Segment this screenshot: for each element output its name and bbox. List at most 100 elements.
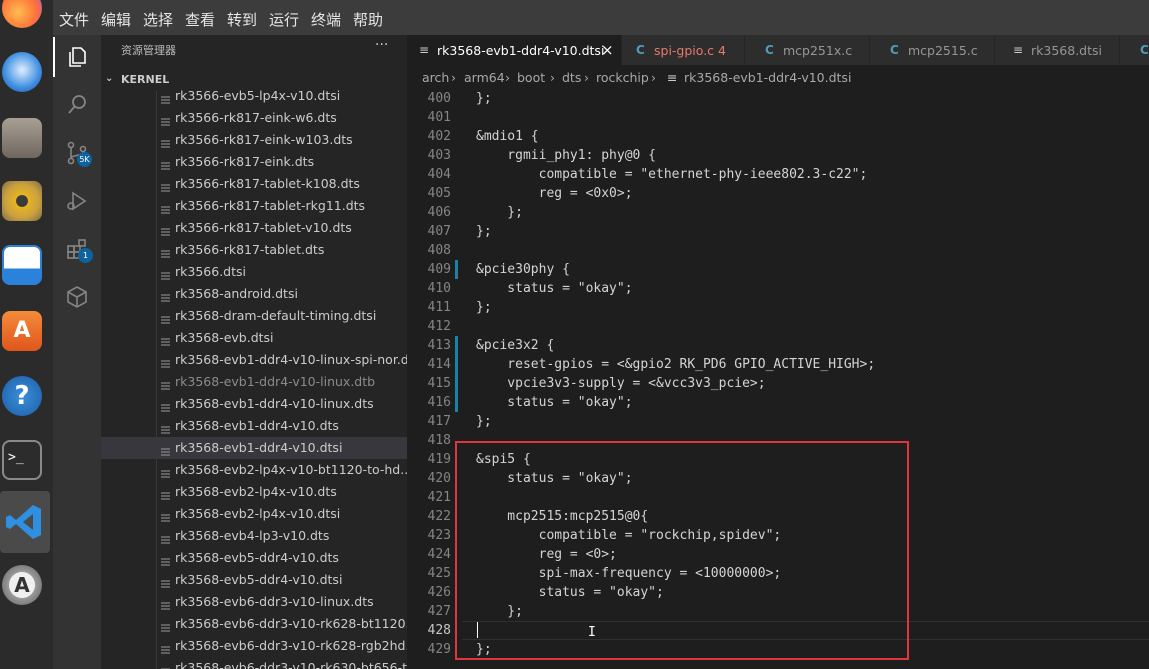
menu-edit[interactable]: 编辑 xyxy=(101,9,131,30)
breadcrumb-arch[interactable]: arch xyxy=(422,70,449,85)
file-item[interactable]: rk3566-rk817-tablet.dts xyxy=(101,239,407,261)
file-item[interactable]: rk3568-evb6-ddr3-v10-rk628-rgb2hd... xyxy=(101,635,407,657)
run-debug-icon[interactable] xyxy=(65,189,89,213)
more-actions-icon[interactable]: ··· xyxy=(375,37,388,53)
tab-mcp251x-c[interactable]: C mcp251x.c xyxy=(745,35,870,65)
menu-go[interactable]: 转到 xyxy=(227,9,257,30)
line-number: 404 xyxy=(427,167,451,182)
file-item[interactable]: rk3566-rk817-eink-w103.dts xyxy=(101,129,407,151)
ubuntu-dock: A ? >_ A xyxy=(0,0,53,669)
file-item[interactable]: rk3568-evb5-ddr4-v10.dts xyxy=(101,547,407,569)
menu-file[interactable]: 文件 xyxy=(59,9,89,30)
menu-view[interactable]: 查看 xyxy=(185,9,215,30)
rhythmbox-icon[interactable] xyxy=(2,181,42,221)
file-item[interactable]: rk3568-evb1-ddr4-v10-linux.dtb xyxy=(101,371,407,393)
file-name: rk3566-evb5-lp4x-v10.dtsi xyxy=(175,88,341,103)
file-lines-icon xyxy=(161,180,170,192)
file-lines-icon xyxy=(161,92,170,104)
software-center-icon[interactable]: A xyxy=(2,311,42,351)
file-name: rk3568-evb1-ddr4-v10-linux.dts xyxy=(175,396,374,411)
source-control-badge: 5K xyxy=(77,152,92,167)
file-name: rk3568-evb4-lp3-v10.dts xyxy=(175,528,330,543)
line-number: 427 xyxy=(427,604,451,619)
breadcrumb-boot[interactable]: boot xyxy=(517,70,545,85)
file-lines-icon xyxy=(161,246,170,258)
breadcrumb-arm64[interactable]: arm64 xyxy=(464,70,505,85)
tab-rk3568-dtsi[interactable]: ≡ rk3568.dtsi xyxy=(995,35,1120,65)
code-line: &pcie3x2 { xyxy=(476,338,555,353)
chevron-right-icon: › xyxy=(451,70,456,85)
breadcrumb-file[interactable]: rk3568-evb1-ddr4-v10.dtsi xyxy=(684,70,851,85)
file-item[interactable]: rk3566-rk817-tablet-v10.dts xyxy=(101,217,407,239)
line-number: 402 xyxy=(427,129,451,144)
libreoffice-writer-icon[interactable] xyxy=(2,245,42,285)
line-number: 419 xyxy=(427,452,451,467)
code-line: vpcie3v3-supply = <&vcc3v3_pcie>; xyxy=(476,376,766,391)
file-item[interactable]: rk3568-evb2-lp4x-v10-bt1120-to-hd... xyxy=(101,459,407,481)
menu-selection[interactable]: 选择 xyxy=(143,9,173,30)
highlight-annotation-box xyxy=(455,441,909,660)
file-item[interactable]: rk3568-evb1-ddr4-v10-linux-spi-nor.dts xyxy=(101,349,407,371)
breadcrumb-dts[interactable]: dts xyxy=(562,70,581,85)
extensions-badge: 1 xyxy=(78,248,93,263)
line-number: 415 xyxy=(427,376,451,391)
file-item[interactable]: rk3568-evb2-lp4x-v10.dts xyxy=(101,481,407,503)
file-lines-icon xyxy=(161,378,170,390)
activity-bar: 5K 1 xyxy=(53,35,101,669)
tab-spi-gpio-c[interactable]: C spi-gpio.c 4 xyxy=(622,35,745,65)
explorer-icon[interactable] xyxy=(65,45,89,69)
vscode-icon[interactable] xyxy=(4,502,44,542)
c-file-icon: C xyxy=(1140,43,1149,57)
file-item[interactable]: rk3568-evb6-ddr3-v10-rk628-bt1120... xyxy=(101,613,407,635)
help-icon[interactable]: ? xyxy=(2,376,42,416)
dtsi-file-icon: ≡ xyxy=(419,43,430,57)
file-lines-icon xyxy=(161,290,170,302)
close-icon[interactable]: × xyxy=(601,41,614,59)
file-item[interactable]: rk3568-evb4-lp3-v10.dts xyxy=(101,525,407,547)
line-number: 426 xyxy=(427,585,451,600)
file-item[interactable]: rk3566-rk817-eink.dts xyxy=(101,151,407,173)
tab-overflow[interactable]: C xyxy=(1120,35,1149,65)
files-icon[interactable] xyxy=(2,118,42,158)
file-item[interactable]: rk3568-evb6-ddr3-v10-linux.dts xyxy=(101,591,407,613)
thunderbird-icon[interactable] xyxy=(2,52,42,92)
breadcrumb-rockchip[interactable]: rockchip xyxy=(596,70,649,85)
tab-rk3568-evb1-ddr4-v10-dtsi[interactable]: ≡ rk3568-evb1-ddr4-v10.dtsi × xyxy=(407,35,622,65)
terminal-icon[interactable]: >_ xyxy=(2,440,42,480)
tab-label: mcp2515.c xyxy=(908,43,978,58)
file-item[interactable]: rk3568-evb.dtsi xyxy=(101,327,407,349)
file-item[interactable]: rk3568-evb1-ddr4-v10-linux.dts xyxy=(101,393,407,415)
firefox-icon[interactable] xyxy=(2,0,42,28)
menu-run[interactable]: 运行 xyxy=(269,9,299,30)
line-number: 418 xyxy=(427,433,451,448)
file-item[interactable]: rk3568-evb2-lp4x-v10.dtsi xyxy=(101,503,407,525)
search-icon[interactable] xyxy=(65,93,89,117)
code-line: reg = <0x0>; xyxy=(476,186,633,201)
file-item[interactable]: rk3566-evb5-lp4x-v10.dtsi xyxy=(101,85,407,107)
file-lines-icon xyxy=(161,356,170,368)
remote-explorer-icon[interactable] xyxy=(65,285,89,309)
file-item[interactable]: rk3566-rk817-tablet-k108.dts xyxy=(101,173,407,195)
file-item[interactable]: rk3568-evb1-ddr4-v10.dtsi xyxy=(101,437,407,459)
tab-mcp2515-c[interactable]: C mcp2515.c xyxy=(870,35,995,65)
file-item[interactable]: rk3568-evb5-ddr4-v10.dtsi xyxy=(101,569,407,591)
file-item[interactable]: rk3566.dtsi xyxy=(101,261,407,283)
file-name: rk3568-evb6-ddr3-v10-rk628-bt1120... xyxy=(175,616,407,631)
tab-label: mcp251x.c xyxy=(783,43,853,58)
line-number: 423 xyxy=(427,528,451,543)
file-item[interactable]: rk3568-dram-default-timing.dtsi xyxy=(101,305,407,327)
file-item[interactable]: rk3566-rk817-tablet-rkg11.dts xyxy=(101,195,407,217)
menu-terminal[interactable]: 终端 xyxy=(311,9,341,30)
file-item[interactable]: rk3568-evb6-ddr3-v10-rk630-bt656-t... xyxy=(101,657,407,669)
line-number: 428 xyxy=(427,623,451,638)
file-name: rk3568-evb.dtsi xyxy=(175,330,274,345)
tab-label: spi-gpio.c 4 xyxy=(654,43,726,58)
software-updater-icon[interactable]: A xyxy=(2,565,42,605)
file-item[interactable]: rk3568-evb1-ddr4-v10.dts xyxy=(101,415,407,437)
file-lines-icon xyxy=(161,202,170,214)
code-line: compatible = "ethernet-phy-ieee802.3-c22… xyxy=(476,167,868,182)
file-item[interactable]: rk3566-rk817-eink-w6.dts xyxy=(101,107,407,129)
code-line: rgmii_phy1: phy@0 { xyxy=(476,148,657,163)
file-item[interactable]: rk3568-android.dtsi xyxy=(101,283,407,305)
menu-help[interactable]: 帮助 xyxy=(353,9,383,30)
